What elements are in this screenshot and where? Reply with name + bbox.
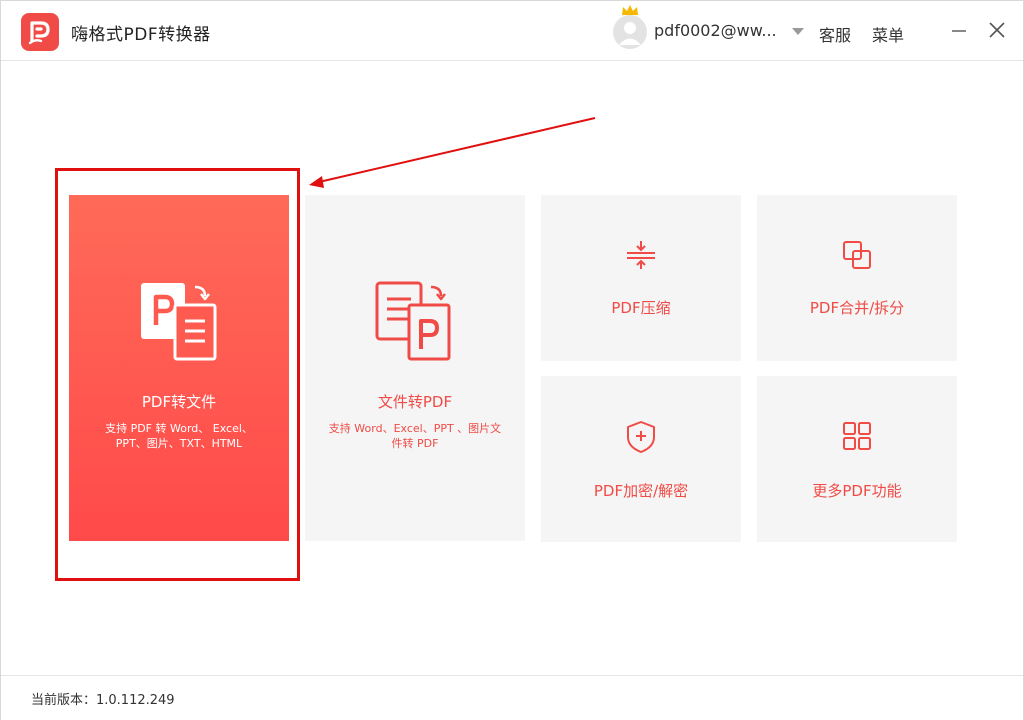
merge-split-icon [843, 241, 871, 269]
pdf-merge-split-label: PDF合并/拆分 [809, 299, 905, 317]
pdf-to-file-desc-line2: PPT、图片、TXT、HTML [115, 437, 243, 450]
file-to-pdf-icon [375, 281, 451, 361]
file-to-pdf-desc-line2: 件转 PDF [391, 437, 439, 450]
pdf-to-file-tile[interactable]: PDF转文件 支持 PDF 转 Word、 Excel、 PPT、图片、TXT、… [69, 195, 289, 541]
title-bar: 嗨格式PDF转换器 pdf0002@ww... 客服 菜单 [1, 1, 1023, 61]
compress-icon [627, 241, 655, 269]
close-icon[interactable] [986, 19, 1008, 41]
version-label: 当前版本：1.0.112.249 [31, 693, 175, 708]
file-to-pdf-tile[interactable]: 文件转PDF 支持 Word、Excel、PPT 、图片文 件转 PDF [305, 195, 525, 541]
user-avatar[interactable] [613, 15, 647, 49]
menu-link[interactable]: 菜单 [872, 22, 904, 46]
user-account-name[interactable]: pdf0002@ww... [654, 21, 779, 40]
app-title: 嗨格式PDF转换器 [71, 25, 211, 45]
more-pdf-features-label: 更多PDF功能 [812, 482, 902, 500]
minimize-icon[interactable] [948, 19, 970, 41]
grid-icon [843, 422, 871, 450]
pdf-compress-tile[interactable]: PDF压缩 [541, 195, 741, 361]
pdf-to-file-desc-line1: 支持 PDF 转 Word、 Excel、 [105, 422, 253, 435]
pdf-merge-split-tile[interactable]: PDF合并/拆分 [757, 195, 957, 361]
pdf-compress-label: PDF压缩 [611, 299, 671, 317]
file-to-pdf-label: 文件转PDF [377, 393, 453, 411]
customer-service-link[interactable]: 客服 [819, 22, 851, 46]
shield-icon [627, 421, 655, 453]
file-to-pdf-desc-line1: 支持 Word、Excel、PPT 、图片文 [328, 422, 502, 435]
chevron-down-icon[interactable] [792, 28, 804, 35]
pdf-to-file-icon [141, 283, 217, 361]
pdf-encrypt-tile[interactable]: PDF加密/解密 [541, 376, 741, 542]
app-window: 嗨格式PDF转换器 pdf0002@ww... 客服 菜单 PDF转文件 支持 … [0, 0, 1024, 720]
status-footer: 当前版本：1.0.112.249 [1, 675, 1023, 720]
pdf-to-file-label: PDF转文件 [141, 393, 217, 411]
pdf-encrypt-label: PDF加密/解密 [593, 482, 689, 500]
more-pdf-features-tile[interactable]: 更多PDF功能 [757, 376, 957, 542]
app-logo-icon [21, 13, 59, 51]
